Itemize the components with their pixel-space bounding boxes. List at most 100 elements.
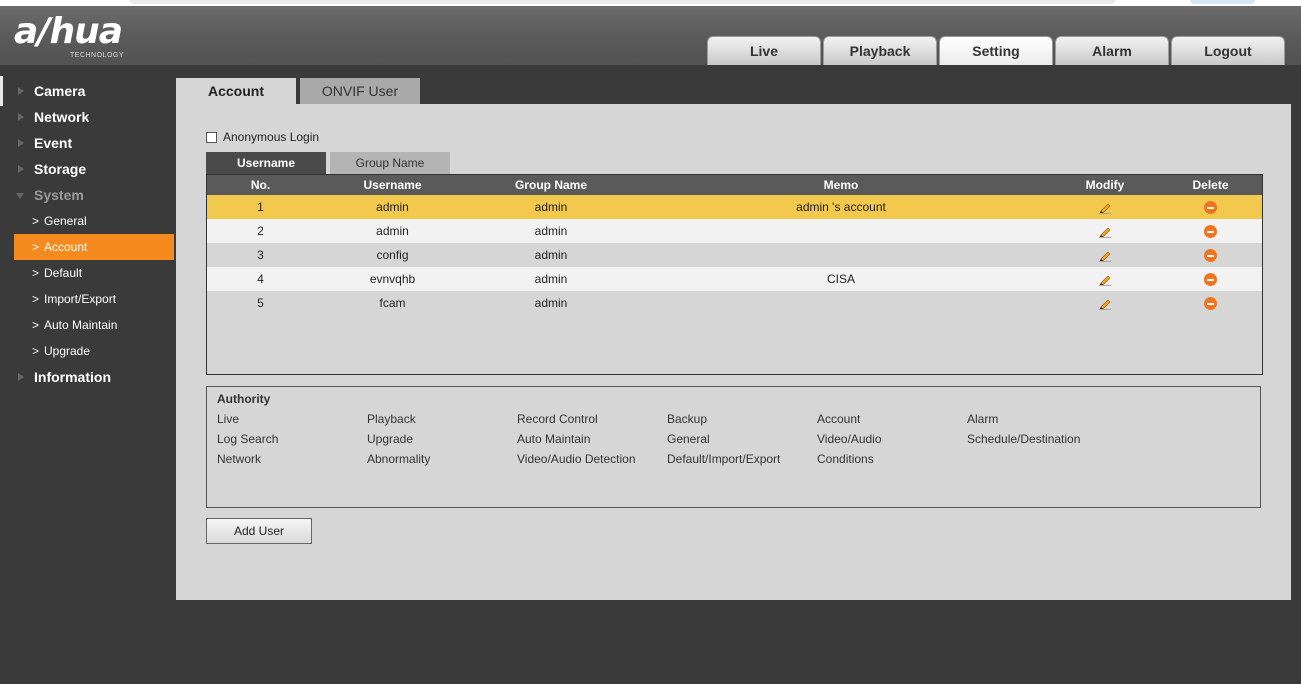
cell-no: 5 (257, 296, 264, 310)
table-row[interactable]: 3 config admin (207, 243, 1262, 267)
table-row[interactable]: 4 evnvqhb admin CISA (207, 267, 1262, 291)
chevron-right-icon: > (32, 214, 40, 228)
strip-segment (130, 0, 1115, 4)
tab-account[interactable]: Account (176, 78, 296, 104)
modify-cell (1051, 248, 1159, 263)
cell-memo: CISA (826, 272, 855, 286)
nav-tab-playback[interactable]: Playback (823, 36, 937, 65)
table-row[interactable]: 2 admin admin (207, 219, 1262, 243)
account-panel: Anonymous Login Username Group Name No. … (176, 104, 1291, 600)
chevron-right-icon: > (32, 292, 40, 306)
delete-icon[interactable] (1204, 225, 1217, 239)
anonymous-login[interactable]: Anonymous Login (206, 130, 319, 144)
authority-item: Auto Maintain (517, 432, 591, 446)
brand-logo-subtitle: TECHNOLOGY (70, 52, 125, 59)
cell-username: admin (376, 200, 409, 214)
sidebar-item-system[interactable]: System (14, 182, 174, 208)
sidebar-item-network[interactable]: Network (14, 104, 174, 130)
sidebar-item-storage[interactable]: Storage (14, 156, 174, 182)
column-header: Delete (1192, 178, 1229, 192)
collapsed-arrow-icon (18, 165, 24, 173)
sidebar-sub-label: Default (44, 266, 83, 280)
column-header: Modify (1085, 178, 1125, 192)
collapsed-arrow-icon (18, 87, 24, 95)
sidebar-item-label: Event (34, 135, 73, 151)
sidebar-item-label: Information (34, 369, 111, 385)
cell-username: evnvqhb (369, 272, 416, 286)
nav-tab-logout[interactable]: Logout (1171, 36, 1285, 65)
anonymous-login-label: Anonymous Login (223, 130, 320, 144)
nav-tab-alarm[interactable]: Alarm (1055, 36, 1169, 65)
modify-cell (1051, 224, 1159, 239)
sidebar-sub-label: Upgrade (44, 344, 91, 358)
sidebar-sub-label: Auto Maintain (44, 318, 118, 332)
cell-group: admin (534, 224, 568, 238)
cell-no: 2 (257, 224, 264, 238)
table-row[interactable]: 5 fcam admin (207, 291, 1262, 315)
modify-cell (1051, 200, 1159, 215)
sidebar-item-label: System (34, 187, 84, 203)
column-header: Group Name (514, 178, 587, 192)
subtab-username[interactable]: Username (206, 152, 326, 174)
column-header: Memo (823, 178, 859, 192)
anonymous-login-checkbox[interactable] (206, 131, 217, 143)
pencil-icon[interactable] (1098, 248, 1112, 263)
authority-item: Record Control (517, 412, 598, 426)
pencil-icon[interactable] (1098, 224, 1112, 239)
pencil-icon[interactable] (1098, 296, 1112, 311)
pencil-icon[interactable] (1098, 272, 1112, 287)
column-header: No. (250, 178, 271, 192)
cell-no: 4 (257, 272, 264, 286)
pencil-icon[interactable] (1098, 200, 1112, 215)
chevron-right-icon: > (32, 344, 40, 358)
browser-strip (0, 0, 1301, 6)
expanded-arrow-icon (16, 193, 24, 199)
sidebar-sub-default[interactable]: > Default (14, 260, 174, 286)
sidebar-sub-auto-maintain[interactable]: > Auto Maintain (14, 312, 174, 338)
modify-cell (1051, 296, 1159, 311)
delete-cell (1159, 272, 1262, 287)
delete-icon[interactable] (1204, 273, 1217, 287)
delete-icon[interactable] (1204, 249, 1217, 263)
sidebar-item-event[interactable]: Event (14, 130, 174, 156)
authority-box: Authority Live Playback Record Control B… (206, 386, 1261, 508)
sidebar-sub-label: Import/Export (44, 292, 117, 306)
sidebar-sub-account[interactable]: > Account (14, 234, 174, 260)
cell-group: admin (534, 200, 568, 214)
strip-segment (1190, 0, 1255, 4)
subtab-group-name[interactable]: Group Name (330, 152, 450, 174)
top-bar: a/hua TECHNOLOGY Live Playback Setting A… (0, 0, 1301, 65)
modify-cell (1051, 272, 1159, 287)
tab-onvif-user[interactable]: ONVIF User (300, 78, 420, 104)
sidebar-sub-import-export[interactable]: > Import/Export (14, 286, 174, 312)
authority-item: Video/Audio Detection (517, 452, 636, 466)
authority-item: Backup (667, 412, 708, 426)
sidebar-item-label: Storage (34, 161, 87, 177)
table-row[interactable]: 1 admin admin admin 's account (207, 195, 1262, 219)
collapsed-arrow-icon (18, 373, 24, 381)
nav-tab-live[interactable]: Live (707, 36, 821, 65)
cell-username: fcam (379, 296, 406, 310)
sidebar-sub-upgrade[interactable]: > Upgrade (14, 338, 174, 364)
sidebar-item-camera[interactable]: Camera (14, 78, 174, 104)
cell-username: admin (376, 224, 409, 238)
cell-group: admin (534, 296, 568, 310)
authority-item: Abnormality (367, 452, 431, 466)
delete-icon[interactable] (1204, 201, 1217, 215)
nav-tab-setting[interactable]: Setting (939, 36, 1053, 65)
delete-icon[interactable] (1204, 297, 1217, 311)
chevron-right-icon: > (32, 318, 40, 332)
collapsed-arrow-icon (18, 139, 24, 147)
add-user-button[interactable]: Add User (206, 518, 312, 544)
sidebar-sub-general[interactable]: > General (14, 208, 174, 234)
sidebar-item-information[interactable]: Information (14, 364, 174, 390)
sidebar-sub-label: General (44, 214, 87, 228)
authority-item: Alarm (967, 412, 999, 426)
user-table: No. Username Group Name Memo Modify Dele… (206, 174, 1263, 375)
delete-cell (1159, 224, 1262, 239)
chevron-right-icon: > (32, 240, 40, 254)
delete-cell (1159, 200, 1262, 215)
sidebar-item-label: Camera (34, 83, 86, 99)
authority-item: Schedule/Destination (967, 432, 1081, 446)
collapsed-arrow-icon (18, 113, 24, 121)
